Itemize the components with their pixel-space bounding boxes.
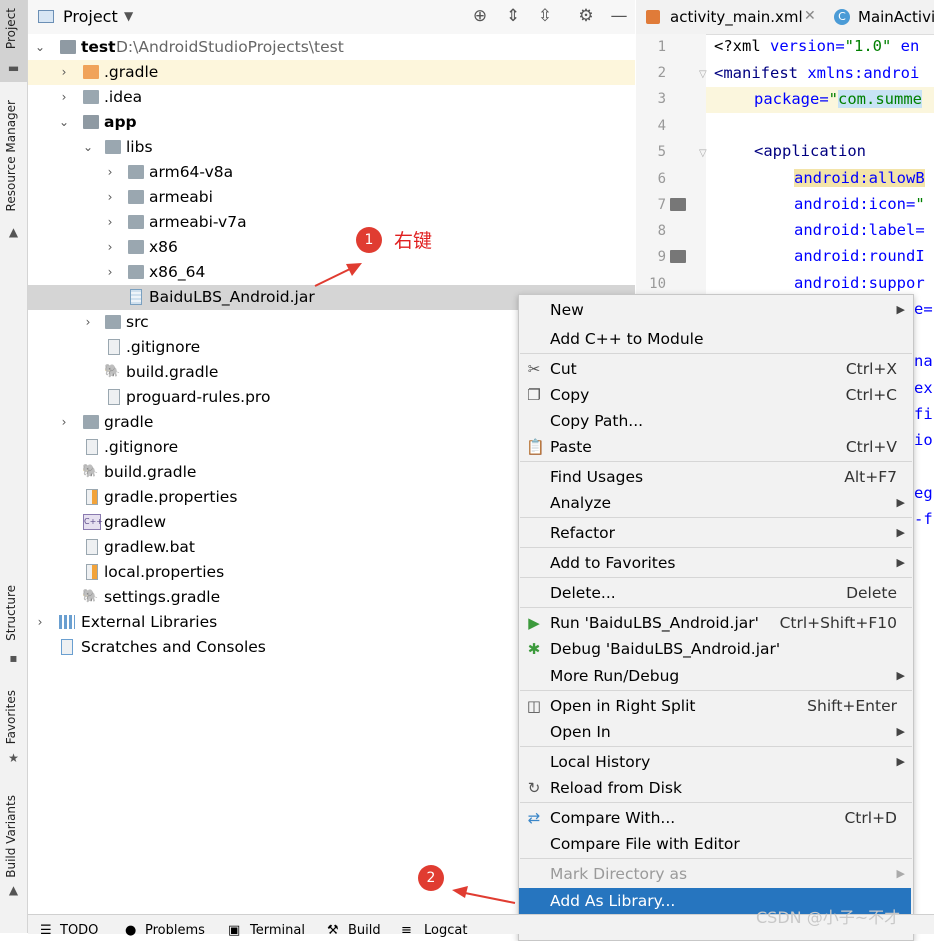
annotation-arrow-1 — [314, 267, 353, 287]
annotation-badge-2: 2 — [418, 865, 444, 891]
annotation-arrows — [314, 263, 516, 904]
annotation-right-click-label: 右键 — [394, 230, 433, 252]
annotation-arrow-2 — [464, 892, 516, 904]
watermark: CSDN @小子~不才 — [756, 908, 901, 927]
annotation-badge-1: 1 — [356, 227, 382, 253]
annotation-arrowhead-2 — [452, 886, 468, 898]
